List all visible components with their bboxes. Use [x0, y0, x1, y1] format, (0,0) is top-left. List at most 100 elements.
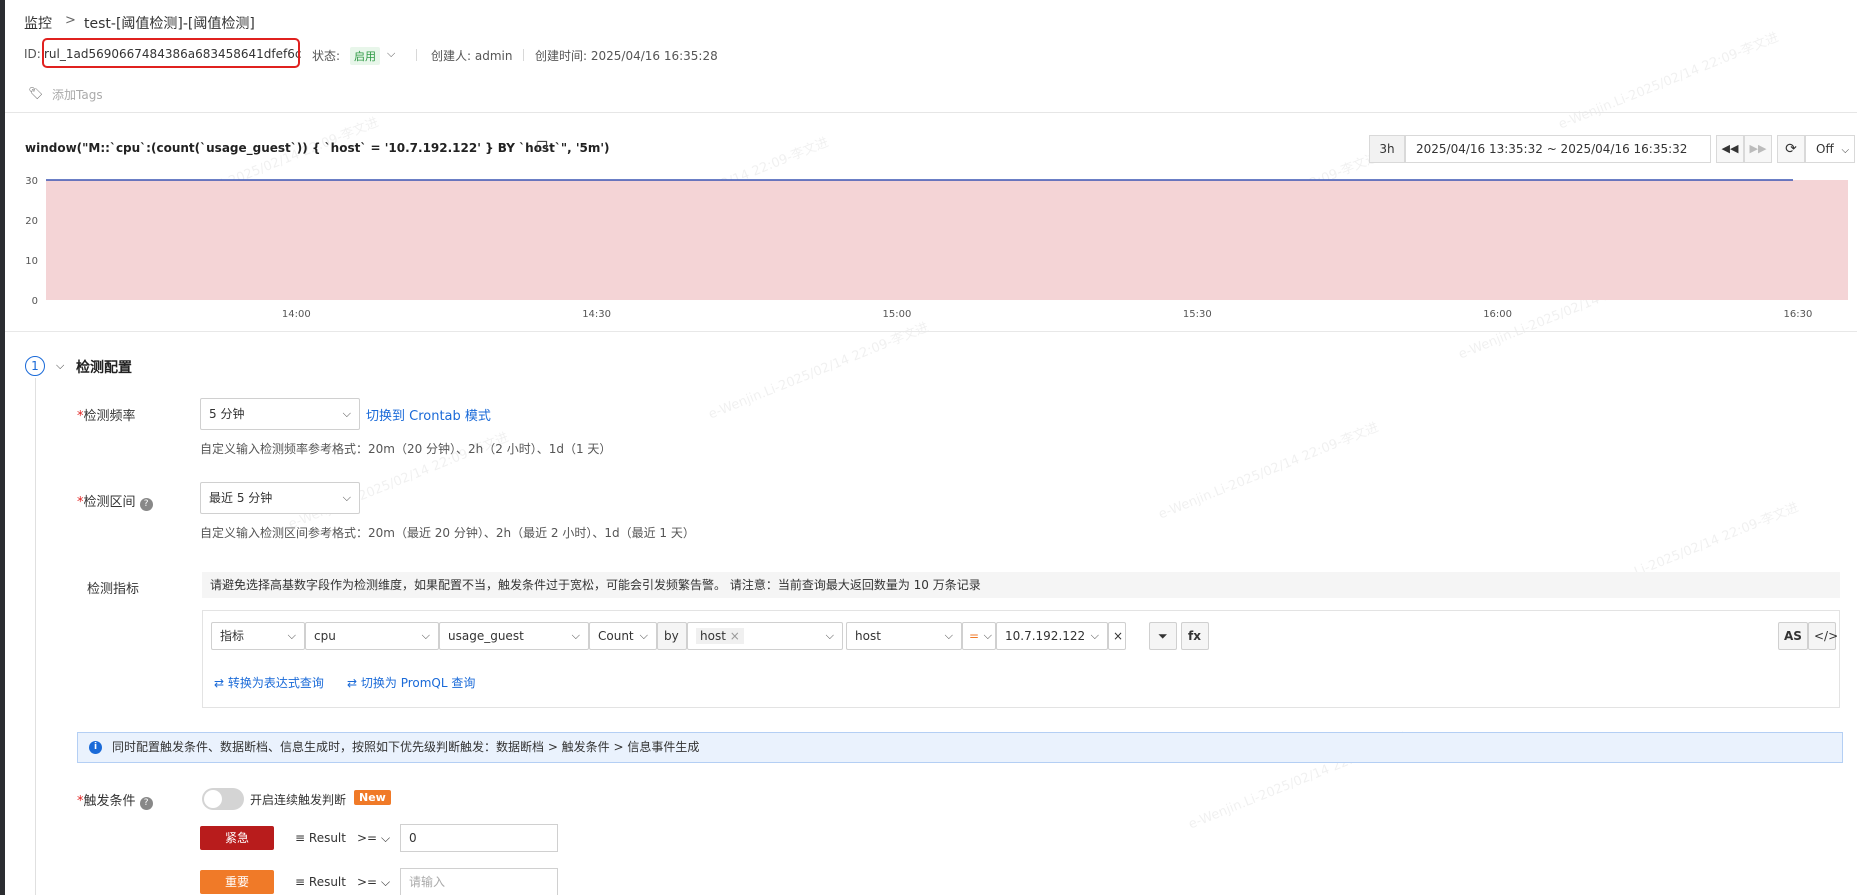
priority-info: i 同时配置触发条件、数据断档、信息生成时，按照如下优先级判断触发：数据断档 >… — [77, 732, 1843, 763]
metric-chart: 0 10 20 30 14:00 14:30 15:00 15:30 16:00 16:30 — [25, 176, 1848, 320]
step-line — [35, 378, 36, 895]
add-tags-button[interactable]: 添加Tags — [52, 86, 103, 103]
series-area — [46, 180, 1848, 300]
operator-value: >= — [357, 831, 378, 845]
y-tick-label: 10 — [25, 256, 38, 267]
continuous-trigger-label: 开启连续触发判断 — [250, 793, 347, 807]
query-type-value: 指标 — [220, 629, 245, 643]
result-field-label: Result — [308, 875, 346, 889]
interval-help: 自定义输入检测区间参考格式：20m（最近 20 分钟）、2h（最近 2 小时）、… — [200, 526, 695, 540]
divider — [5, 331, 1857, 332]
y-tick-label: 0 — [32, 296, 38, 307]
trigger-label-row: *触发条件 ? — [77, 790, 153, 810]
help-icon[interactable]: ? — [139, 498, 153, 511]
chevron-down-icon: ⌵ — [287, 629, 296, 642]
chevron-down-icon: ⌵ — [639, 629, 648, 642]
page-header: 监控 > test-[阈值检测]-[阈值检测] ID: rul_1ad56906… — [5, 0, 1857, 113]
copy-icon[interactable]: ❐ — [536, 140, 548, 155]
query-expression: window("M::`cpu`:(count(`usage_guest`)) … — [25, 141, 610, 155]
interval-label-row: *检测区间 ? — [77, 491, 153, 511]
threshold-input[interactable]: 0 — [400, 824, 558, 852]
y-tick-label: 30 — [25, 176, 38, 187]
interval-select[interactable]: 最近 5 分钟 ⌵ — [200, 482, 360, 514]
result-field[interactable]: ≡ Result — [295, 831, 346, 845]
aggregation-select[interactable]: Count ⌵ — [589, 622, 657, 650]
chevron-down-icon: ⌵ — [983, 629, 992, 642]
rewind-icon[interactable]: ◀◀ — [1716, 135, 1744, 163]
forward-icon[interactable]: ▶▶ — [1744, 135, 1772, 163]
code-icon[interactable]: </> — [1808, 622, 1838, 650]
x-tick-label: 15:00 — [883, 309, 912, 320]
trigger-label: 触发条件 — [83, 794, 136, 809]
expr-convert-link[interactable]: ⇄ 转换为表达式查询 — [214, 674, 324, 691]
watermark: e-Wenjin.Li-2025/02/14 22:09-李文进 — [1156, 420, 1381, 523]
filter-operator-select[interactable]: = ⌵ — [962, 622, 996, 650]
status-badge: 启用 — [350, 47, 380, 65]
fx-button[interactable]: fx — [1181, 622, 1209, 650]
chevron-down-icon: ⌵ — [825, 629, 834, 642]
quick-range-button[interactable]: 3h — [1369, 135, 1405, 163]
status-label: 状态: — [312, 49, 341, 63]
result-field-label: Result — [308, 831, 346, 845]
close-icon[interactable]: × — [730, 629, 740, 643]
by-label: by — [657, 622, 687, 650]
tag-icon: 🏷 — [28, 86, 44, 100]
promql-switch-link[interactable]: ⇄ 切换为 PromQL 查询 — [347, 674, 475, 691]
interval-label: 检测区间 — [83, 495, 136, 510]
query-type-select[interactable]: 指标 ⌵ — [211, 622, 305, 650]
chevron-down-icon: ⌵ — [571, 629, 580, 642]
status-dropdown-chevron-down-icon[interactable]: ⌵ — [387, 47, 395, 61]
measurement-select[interactable]: cpu ⌵ — [305, 622, 439, 650]
breadcrumb-parent[interactable]: 监控 — [24, 13, 52, 33]
collapse-chevron-down-icon[interactable]: ⌵ — [56, 359, 64, 373]
left-sidebar-edge — [0, 0, 5, 895]
metric-label: 检测指标 — [87, 582, 140, 597]
chevron-down-icon: ⌵ — [342, 407, 351, 420]
aggregation-value: Count — [598, 629, 634, 643]
severity-critical[interactable]: 紧急 — [200, 826, 274, 850]
chevron-down-icon: ⌵ — [421, 629, 430, 642]
watermark: e-Wenjin.Li-2025/02/14 22:09-李文进 — [706, 320, 931, 423]
swap-icon: ⇄ — [347, 676, 358, 690]
step-number: 1 — [25, 356, 45, 376]
freq-label-row: *检测频率 — [77, 405, 136, 424]
remove-filter-close-icon[interactable]: × — [1108, 622, 1126, 650]
divider — [523, 49, 524, 61]
operator-select[interactable]: >= ⌵ — [357, 831, 390, 846]
id-label: ID: — [24, 47, 41, 61]
refresh-icon[interactable]: ⟳ — [1777, 135, 1805, 163]
freq-select[interactable]: 5 分钟 ⌵ — [200, 398, 360, 430]
interval-value: 最近 5 分钟 — [209, 491, 273, 505]
breadcrumb-separator-icon: > — [65, 13, 76, 28]
swap-icon: ⇄ — [214, 676, 225, 690]
x-tick-label: 14:00 — [282, 309, 311, 320]
field-value: usage_guest — [448, 629, 524, 643]
info-icon: i — [89, 741, 102, 754]
time-range-input[interactable]: 2025/04/16 13:35:32 ~ 2025/04/16 16:35:3… — [1405, 135, 1711, 163]
filter-value-select[interactable]: 10.7.192.122 ⌵ — [996, 622, 1108, 650]
chevron-down-icon: ⌵ — [944, 629, 953, 642]
filter-key-value: host — [855, 629, 881, 643]
section-title: 检测配置 — [76, 360, 132, 376]
filter-icon[interactable]: ⏷ — [1149, 622, 1177, 650]
field-select[interactable]: usage_guest ⌵ — [439, 622, 589, 650]
severity-important[interactable]: 重要 — [200, 870, 274, 894]
created-time: 创建时间: 2025/04/16 16:35:28 — [535, 49, 718, 63]
operator-select[interactable]: >= ⌵ — [357, 875, 390, 890]
result-field[interactable]: ≡ Result — [295, 875, 346, 889]
freq-value: 5 分钟 — [209, 407, 245, 421]
threshold-input[interactable]: 请输入 — [400, 868, 558, 895]
help-icon[interactable]: ? — [139, 797, 153, 810]
continuous-trigger-toggle[interactable] — [202, 788, 244, 810]
creator: 创建人: admin — [431, 49, 513, 63]
page-title: test-[阈值检测]-[阈值检测] — [84, 16, 255, 32]
group-by-select[interactable]: host × ⌵ — [687, 622, 843, 650]
metric-warning: 请避免选择高基数字段作为检测维度，如果配置不当，触发条件过于宽松，可能会引发频繁… — [202, 572, 1840, 598]
crontab-switch-link[interactable]: 切换到 Crontab 模式 — [366, 405, 491, 424]
chevron-down-icon: ⌵ — [380, 875, 391, 889]
freq-help: 自定义输入检测频率参考格式：20m（20 分钟）、2h（2 小时）、1d（1 天… — [200, 442, 612, 456]
filter-key-select[interactable]: host ⌵ — [846, 622, 962, 650]
x-tick-label: 16:30 — [1784, 309, 1813, 320]
as-button[interactable]: AS — [1778, 622, 1808, 650]
auto-refresh-select[interactable]: Off ⌵ — [1805, 135, 1855, 163]
